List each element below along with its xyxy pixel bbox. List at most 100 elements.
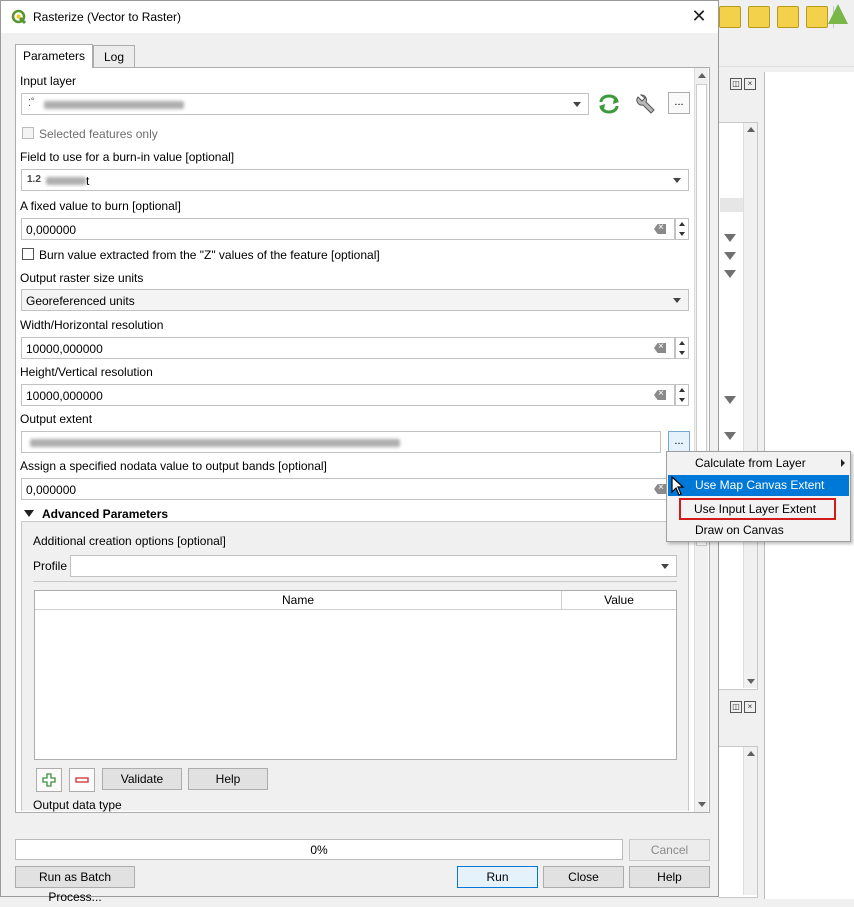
title-bar: Rasterize (Vector to Raster) ✕ <box>1 1 718 33</box>
label-tool-icon[interactable] <box>719 6 741 28</box>
height-label: Height/Vertical resolution <box>20 365 153 379</box>
batch-process-button[interactable]: Run as Batch Process... <box>15 866 135 904</box>
scroll-down-icon[interactable] <box>698 802 706 807</box>
cancel-label: Cancel <box>650 843 689 857</box>
minus-icon <box>75 777 89 783</box>
iterate-icon[interactable] <box>597 94 621 114</box>
dock-close-icon[interactable]: × <box>744 78 756 90</box>
scroll-up-icon[interactable] <box>747 127 755 132</box>
burn-field-combo[interactable]: 1.2 t <box>21 169 689 191</box>
spin-down-icon[interactable] <box>679 232 685 236</box>
layers-scrollbar[interactable] <box>743 123 757 688</box>
spin-down-icon[interactable] <box>679 351 685 355</box>
height-input[interactable]: 10000,000000 <box>21 384 675 406</box>
more-label: ... <box>674 96 684 108</box>
extent-input[interactable] <box>21 431 661 453</box>
label-move-icon[interactable] <box>748 6 770 28</box>
input-layer-more-button[interactable]: ... <box>668 92 690 114</box>
extent-menu: Calculate from Layer Use Map Canvas Exte… <box>666 451 851 542</box>
fixed-value-spinner[interactable] <box>675 218 689 240</box>
scroll-down-icon[interactable] <box>747 679 755 684</box>
help-small-label: Help <box>215 772 241 786</box>
help-small-button[interactable]: Help <box>188 768 268 790</box>
burn-z-checkbox[interactable] <box>22 248 34 260</box>
tab-log[interactable]: Log <box>93 45 135 67</box>
dock-close-icon[interactable]: × <box>744 701 756 713</box>
collapse-triangle-icon[interactable] <box>24 510 34 517</box>
filter-icon[interactable] <box>724 270 736 282</box>
tab-label: Log <box>103 50 125 64</box>
filter-icon[interactable] <box>724 234 736 246</box>
height-value: 10000,000000 <box>26 389 103 403</box>
spin-up-icon[interactable] <box>679 388 685 392</box>
burn-z-label: Burn value extracted from the "Z" values… <box>39 248 380 262</box>
main-toolbar <box>718 0 854 35</box>
filter-icon[interactable] <box>724 252 736 264</box>
nodata-value: 0,000000 <box>26 483 77 497</box>
menu-item-calculate-from-layer[interactable]: Calculate from Layer <box>668 453 849 474</box>
menu-item-draw-on-canvas[interactable]: Draw on Canvas <box>668 520 849 541</box>
dialog-title: Rasterize (Vector to Raster) <box>33 10 182 24</box>
input-layer-label: Input layer <box>20 74 77 88</box>
menu-item-use-input-layer-extent[interactable]: Use Input Layer Extent <box>679 498 836 520</box>
spin-up-icon[interactable] <box>679 222 685 226</box>
help-button[interactable]: Help <box>629 866 710 888</box>
chevron-down-icon <box>673 298 681 303</box>
profile-combo[interactable] <box>70 555 677 577</box>
filter-icon[interactable] <box>724 432 736 444</box>
cancel-button[interactable]: Cancel <box>629 839 710 861</box>
close-button[interactable]: Close <box>543 866 624 888</box>
profile-label: Profile <box>33 559 68 573</box>
toolbar-area-2 <box>719 34 854 67</box>
clear-icon[interactable] <box>654 484 666 494</box>
clear-icon[interactable] <box>654 390 666 400</box>
size-units-combo[interactable]: Georeferenced units <box>21 289 689 311</box>
tab-parameters[interactable]: Parameters <box>15 44 93 68</box>
add-row-button[interactable] <box>36 768 62 792</box>
burn-field-label: Field to use for a burn-in value [option… <box>20 150 235 164</box>
tab-label: Parameters <box>22 49 86 63</box>
menu-item-use-map-canvas-extent[interactable]: Use Map Canvas Extent <box>668 475 849 496</box>
chevron-down-icon <box>673 178 681 183</box>
wrench-icon[interactable] <box>634 94 656 116</box>
selected-row <box>720 198 743 212</box>
height-spinner[interactable] <box>675 384 689 406</box>
plus-icon <box>42 773 56 787</box>
progress-bar: 0% <box>15 839 623 860</box>
column-header-value[interactable]: Value <box>562 591 676 610</box>
advanced-parameters-header[interactable]: Advanced Parameters <box>42 507 168 521</box>
input-layer-combo[interactable]: ⁚˚ <box>21 93 589 115</box>
filter-icon[interactable] <box>724 396 736 408</box>
scroll-up-icon[interactable] <box>747 751 755 756</box>
label-edit-icon[interactable] <box>806 6 828 28</box>
dock-float-icon[interactable]: ◫ <box>730 701 742 713</box>
run-button[interactable]: Run <box>457 866 538 888</box>
label-rotate-icon[interactable] <box>777 6 799 28</box>
browser-scrollbar[interactable] <box>743 747 757 895</box>
clear-icon[interactable] <box>654 343 666 353</box>
remove-row-button[interactable] <box>69 768 95 792</box>
width-spinner[interactable] <box>675 337 689 359</box>
scroll-up-icon[interactable] <box>698 73 706 78</box>
menu-item-label: Calculate from Layer <box>695 456 806 470</box>
triangle-tool-icon[interactable] <box>828 4 848 24</box>
dock-float-icon[interactable]: ◫ <box>730 78 742 90</box>
spin-up-icon[interactable] <box>679 341 685 345</box>
column-header-name[interactable]: Name <box>35 591 562 610</box>
width-input[interactable]: 10000,000000 <box>21 337 675 359</box>
spin-down-icon[interactable] <box>679 398 685 402</box>
help-label: Help <box>657 870 682 884</box>
fixed-value-input[interactable]: 0,000000 <box>21 218 675 240</box>
close-label: Close <box>568 870 599 884</box>
pane-scrollbar[interactable] <box>694 68 708 812</box>
close-icon[interactable]: ✕ <box>688 5 710 27</box>
point-layer-icon: ⁚˚ <box>28 98 35 109</box>
creation-options-table: Name Value <box>34 590 677 760</box>
nodata-input[interactable]: 0,000000 <box>21 478 675 500</box>
extent-more-button[interactable]: ... <box>668 431 690 453</box>
selected-features-checkbox[interactable] <box>22 127 34 139</box>
validate-button[interactable]: Validate <box>102 768 182 790</box>
nodata-label: Assign a specified nodata value to outpu… <box>20 459 327 473</box>
more-label: ... <box>674 435 684 447</box>
clear-icon[interactable] <box>654 224 666 234</box>
